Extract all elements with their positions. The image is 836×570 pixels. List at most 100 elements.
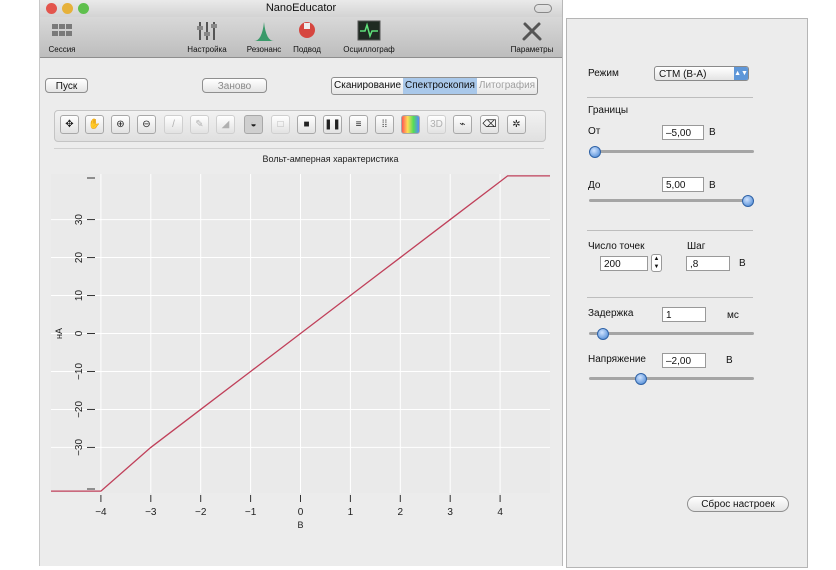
to-unit: В <box>709 180 716 191</box>
window-controls <box>46 3 89 14</box>
x-tick-label: −2 <box>195 507 207 518</box>
y-tick-label: 20 <box>74 252 85 264</box>
main-window: NanoEducator Сессия Настройка Резонанс П… <box>39 0 563 566</box>
tab-lithography[interactable]: Литография <box>477 78 537 94</box>
chevron-updown-icon: ▲▼ <box>734 67 748 80</box>
rect-select-icon[interactable]: □ <box>271 115 290 134</box>
voltage-slider-knob[interactable] <box>634 373 647 385</box>
parameters-icon <box>520 19 544 43</box>
delay-unit: мс <box>727 310 739 321</box>
x-tick-label: 3 <box>447 507 453 518</box>
delay-slider-knob[interactable] <box>596 328 609 340</box>
voltage-label: Напряжение <box>588 354 646 365</box>
voltage-field[interactable]: –2,00 <box>662 353 706 368</box>
color-palette-icon[interactable] <box>401 115 420 134</box>
bounds-label: Границы <box>588 105 628 116</box>
toolbar-toggle-button[interactable] <box>534 4 552 13</box>
x-axis-label: В <box>297 520 303 530</box>
tool-bar: ✥ ✋ ⊕ ⊖ / ✎ ◢ ◒ □ ■ ❚❚ ≡ ⁞⁞ 3D ⌁ ⌫ ✲ <box>54 110 546 142</box>
pen-tool-icon[interactable]: ✎ <box>190 115 209 134</box>
step-unit: В <box>739 258 746 269</box>
toolbar: Сессия Настройка Резонанс Подвод Осцилло… <box>40 17 562 58</box>
shield-tool-icon[interactable]: ◒ <box>244 115 263 134</box>
to-slider[interactable] <box>589 195 754 207</box>
toolbar-label: Настройка <box>187 45 227 54</box>
restart-button[interactable]: Заново <box>202 78 267 93</box>
y-tick-label: −20 <box>74 401 85 418</box>
close-button[interactable] <box>46 3 57 14</box>
grid-view-icon[interactable]: ⁞⁞ <box>375 115 394 134</box>
toolbar-item-parameters[interactable]: Параметры <box>506 19 558 54</box>
from-unit: В <box>709 127 716 138</box>
tab-spectroscopy[interactable]: Спектроскопия <box>403 78 477 94</box>
pause-icon[interactable]: ❚❚ <box>323 115 342 134</box>
to-label: До <box>588 180 601 191</box>
title-bar: NanoEducator <box>40 0 562 17</box>
x-tick-label: 2 <box>398 507 404 518</box>
voltage-slider[interactable] <box>589 373 754 385</box>
x-tick-label: −1 <box>245 507 257 518</box>
mode-label: Режим <box>588 68 619 79</box>
toolbar-item-tuning[interactable]: Настройка <box>184 19 230 54</box>
minimize-button[interactable] <box>62 3 73 14</box>
session-icon <box>50 19 74 43</box>
3d-view-icon[interactable]: 3D <box>427 115 446 134</box>
x-tick-label: 0 <box>298 507 304 518</box>
chart-title: Вольт-амперная характеристика <box>263 154 399 164</box>
toolbar-label: Параметры <box>510 45 554 54</box>
divider <box>587 297 753 298</box>
toolbar-item-resonance[interactable]: Резонанс <box>242 19 286 54</box>
hand-tool-icon[interactable]: ✋ <box>85 115 104 134</box>
mode-tabs: Сканирование Спектроскопия Литография <box>331 77 539 95</box>
toolbar-item-oscilloscope[interactable]: Осциллограф <box>338 19 400 54</box>
start-button[interactable]: Пуск <box>45 78 88 93</box>
to-field[interactable]: 5,00 <box>662 177 704 192</box>
delay-slider[interactable] <box>589 328 754 340</box>
toolbar-label: Резонанс <box>246 45 282 54</box>
step-label: Шаг <box>687 241 706 252</box>
zoom-out-icon[interactable]: ⊖ <box>137 115 156 134</box>
delay-label: Задержка <box>588 308 634 319</box>
x-tick-label: −3 <box>145 507 157 518</box>
zoom-in-icon[interactable]: ⊕ <box>111 115 130 134</box>
to-slider-knob[interactable] <box>742 195 754 207</box>
tab-scanning[interactable]: Сканирование <box>332 78 403 94</box>
from-slider-knob[interactable] <box>589 146 601 158</box>
settings-gear-icon[interactable]: ✲ <box>507 115 526 134</box>
reset-settings-button[interactable]: Сброс настроек <box>687 496 789 512</box>
from-field[interactable]: –5,00 <box>662 125 704 140</box>
tuning-icon <box>195 19 219 43</box>
move-tool-icon[interactable]: ✥ <box>60 115 79 134</box>
from-label: От <box>588 126 601 137</box>
y-tick-label: 0 <box>74 330 85 336</box>
toolbar-item-approach[interactable]: Подвод <box>287 19 327 54</box>
points-stepper[interactable]: ▲ ▼ <box>651 254 662 272</box>
points-field[interactable]: 200 <box>600 256 648 271</box>
step-field[interactable]: ,8 <box>686 256 730 271</box>
settings-panel: Режим СТМ (В-А) ▲▼ Границы От –5,00 В До… <box>566 18 808 568</box>
toolbar-item-session[interactable]: Сессия <box>42 19 82 54</box>
oscilloscope-icon <box>357 19 381 43</box>
delay-field[interactable]: 1 <box>662 307 706 322</box>
mode-select-value: СТМ (В-А) <box>659 69 707 80</box>
from-slider[interactable] <box>589 146 754 158</box>
picker-tool-icon[interactable]: / <box>164 115 183 134</box>
lines-view-icon[interactable]: ≡ <box>349 115 368 134</box>
divider <box>54 148 544 149</box>
iv-chart: Вольт-амперная характеристика−4 −3 −2 −1 0 1 2… <box>51 154 550 530</box>
y-tick-label: −30 <box>74 439 85 456</box>
y-tick-label: 30 <box>74 214 85 226</box>
points-label: Число точек <box>588 241 645 252</box>
view-tool-icon[interactable]: ⌁ <box>453 115 472 134</box>
mode-select[interactable]: СТМ (В-А) ▲▼ <box>654 66 749 81</box>
divider <box>587 97 753 98</box>
area-tool-icon[interactable]: ◢ <box>216 115 235 134</box>
zoom-button[interactable] <box>78 3 89 14</box>
toolbar-label: Подвод <box>293 45 321 54</box>
eraser-icon[interactable]: ⌫ <box>480 115 499 134</box>
toolbar-label: Сессия <box>48 45 76 54</box>
toolbar-label: Осциллограф <box>343 45 395 54</box>
x-tick-label: −4 <box>95 507 107 518</box>
stop-icon[interactable]: ■ <box>297 115 316 134</box>
x-tick-label: 4 <box>497 507 503 518</box>
